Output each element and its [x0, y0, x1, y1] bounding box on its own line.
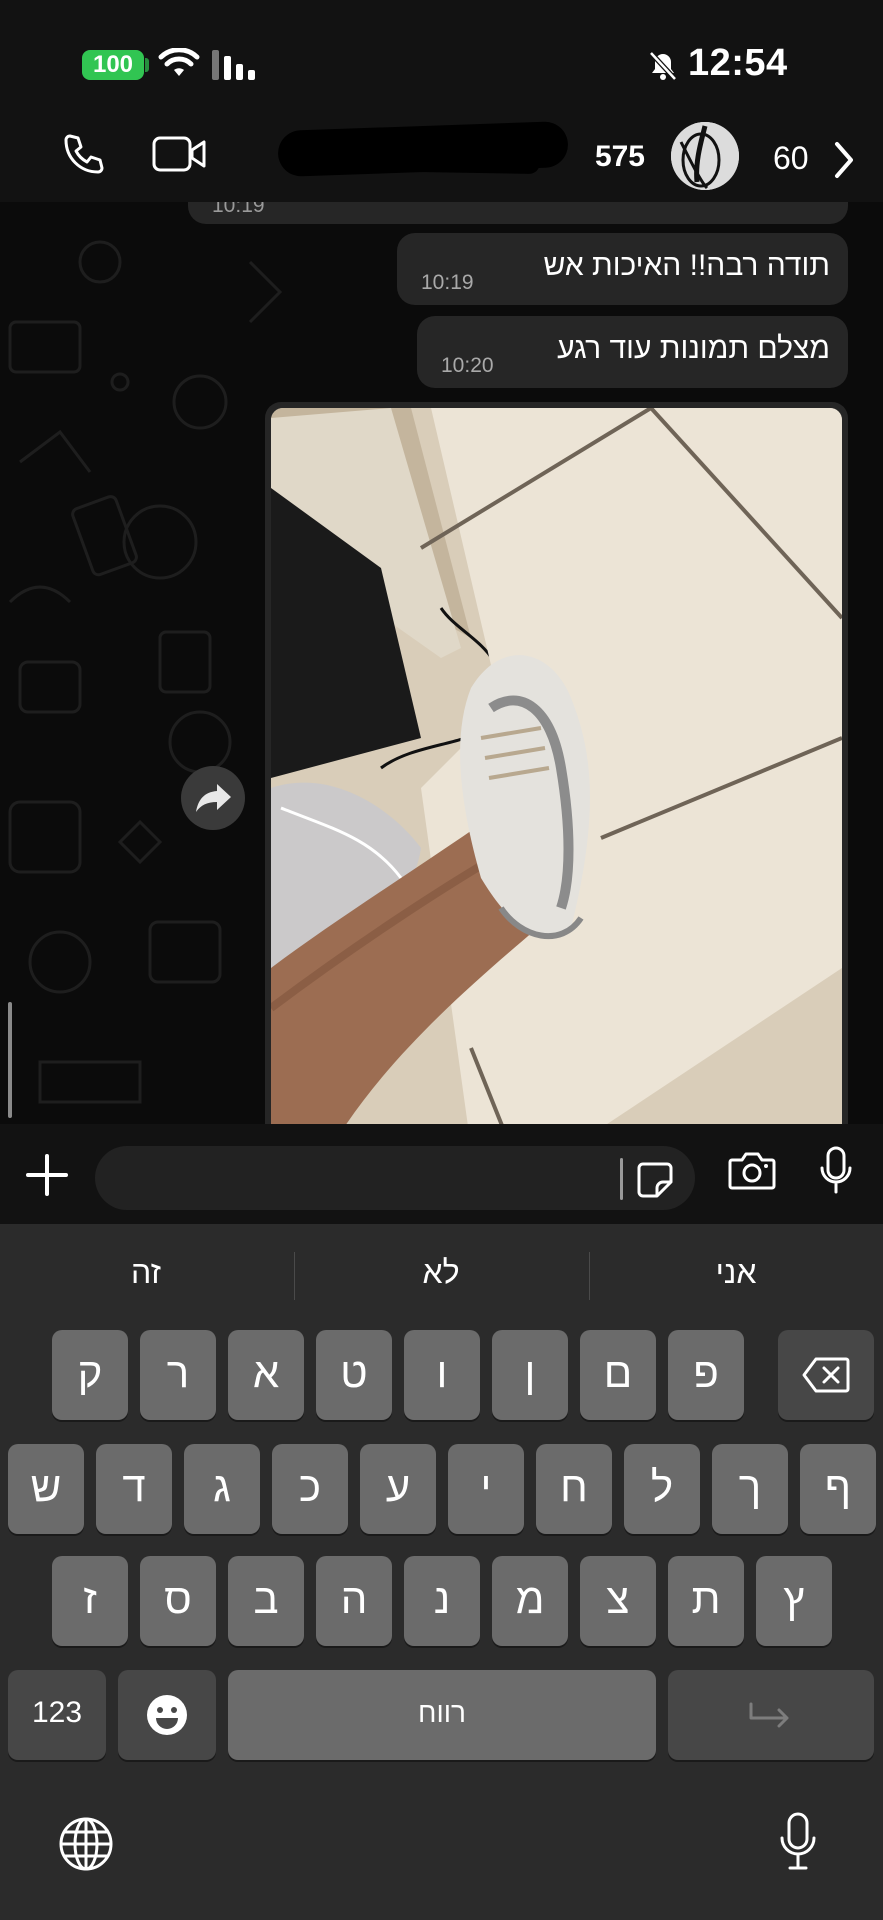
key[interactable]: ו [404, 1330, 480, 1420]
forward-button[interactable] [181, 766, 245, 830]
camera-icon[interactable] [728, 1150, 776, 1190]
microphone-icon[interactable] [818, 1146, 854, 1196]
key[interactable]: מ [492, 1556, 568, 1646]
suggestion-left[interactable]: זה [0, 1254, 292, 1291]
key[interactable]: ל [624, 1444, 700, 1534]
phone-icon[interactable] [60, 132, 106, 178]
key[interactable]: ק [52, 1330, 128, 1420]
message-time: 10:19 [212, 202, 265, 217]
key[interactable]: נ [404, 1556, 480, 1646]
key[interactable]: ט [316, 1330, 392, 1420]
key[interactable]: ד [96, 1444, 172, 1534]
message-bubble[interactable]: מצלם תמונות עוד רגע 10:20 [417, 316, 848, 388]
plus-icon[interactable] [24, 1152, 70, 1198]
message-bubble[interactable] [188, 202, 848, 224]
return-icon [749, 1702, 789, 1728]
globe-icon[interactable] [58, 1816, 114, 1872]
key[interactable]: ח [536, 1444, 612, 1534]
participants-count[interactable]: 60 [773, 140, 809, 177]
message-time: 10:19 [421, 271, 474, 294]
suggestion-middle[interactable]: לא [295, 1254, 587, 1291]
clock: 12:54 [688, 42, 788, 84]
message-time: 10:20 [441, 354, 494, 377]
key[interactable]: ץ [756, 1556, 832, 1646]
muted-bell-icon [649, 51, 677, 81]
key[interactable]: ם [580, 1330, 656, 1420]
backspace-icon [802, 1357, 850, 1393]
emoji-icon [147, 1695, 187, 1735]
key[interactable]: פ [668, 1330, 744, 1420]
message-text: מצלם תמונות עוד רגע [557, 332, 830, 365]
battery-indicator: 100 [82, 50, 144, 80]
chat-area[interactable]: 10:19 תודה רבה!! האיכות אש 10:19 מצלם תמ… [0, 202, 883, 1124]
key[interactable]: א [228, 1330, 304, 1420]
backspace-key[interactable] [778, 1330, 874, 1420]
key[interactable]: ס [140, 1556, 216, 1646]
key[interactable]: ב [228, 1556, 304, 1646]
scroll-indicator[interactable] [8, 1002, 12, 1118]
battery-cap [145, 58, 149, 72]
key[interactable]: כ [272, 1444, 348, 1534]
signal-icon [212, 50, 255, 80]
key[interactable]: ע [360, 1444, 436, 1534]
video-icon[interactable] [152, 134, 208, 174]
keyboard: זה לא אני ק ר א ט ו ן ם פ ש ד ג כ ע י ח … [0, 1224, 883, 1920]
forward-icon [196, 784, 231, 812]
message-bubble[interactable]: תודה רבה!! האיכות אש 10:19 [397, 233, 848, 305]
key[interactable]: ג [184, 1444, 260, 1534]
avatar[interactable] [671, 122, 739, 190]
key[interactable]: ת [668, 1556, 744, 1646]
message-input[interactable] [95, 1146, 695, 1210]
text-caret [620, 1158, 623, 1200]
message-text: תודה רבה!! האיכות אש [543, 249, 830, 282]
chevron-right-icon[interactable] [832, 138, 858, 182]
image-message[interactable] [265, 402, 848, 1124]
wifi-icon [158, 48, 200, 76]
key[interactable]: ז [52, 1556, 128, 1646]
status-bar: 100 12:54 [0, 0, 883, 120]
redaction-scribble [299, 147, 541, 175]
input-bar [0, 1124, 883, 1224]
microphone-icon[interactable] [778, 1812, 818, 1872]
suggestion-right[interactable]: אני [590, 1254, 882, 1291]
chat-header: 575 60 [0, 120, 883, 202]
contact-name[interactable]: 575 [595, 140, 645, 174]
sticker-icon[interactable] [635, 1160, 675, 1200]
key[interactable]: ה [316, 1556, 392, 1646]
key[interactable]: ש [8, 1444, 84, 1534]
key[interactable]: ף [800, 1444, 876, 1534]
key[interactable]: צ [580, 1556, 656, 1646]
return-key[interactable] [668, 1670, 874, 1760]
key[interactable]: י [448, 1444, 524, 1534]
space-key[interactable]: רווח [228, 1670, 656, 1760]
key[interactable]: ר [140, 1330, 216, 1420]
emoji-key[interactable] [118, 1670, 216, 1760]
key[interactable]: ך [712, 1444, 788, 1534]
shared-photo[interactable] [271, 408, 842, 1124]
key[interactable]: ן [492, 1330, 568, 1420]
numbers-key[interactable]: 123 [8, 1670, 106, 1760]
